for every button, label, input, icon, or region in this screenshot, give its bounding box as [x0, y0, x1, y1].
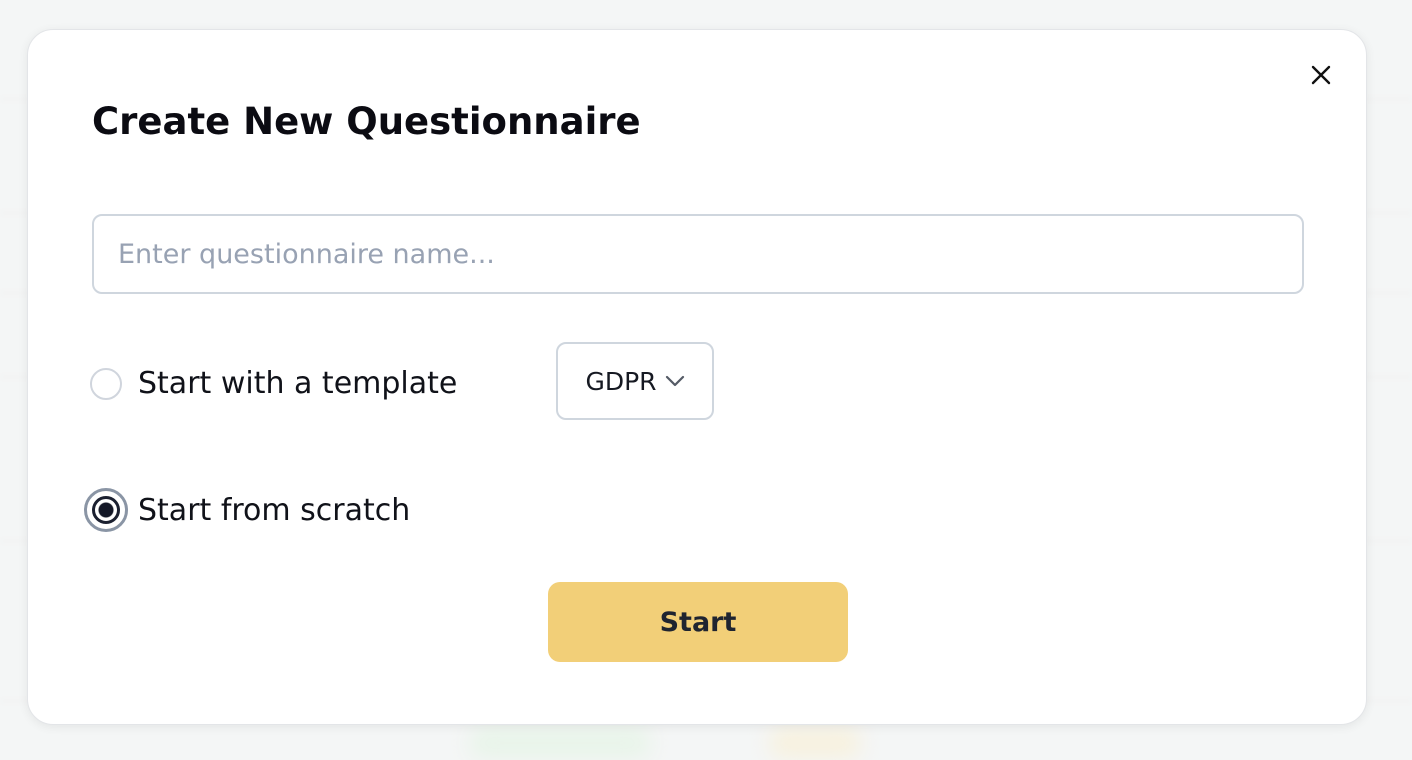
start-button[interactable]: Start	[548, 582, 848, 662]
scratch-option[interactable]: Start from scratch	[84, 488, 411, 532]
close-button[interactable]	[1308, 62, 1334, 88]
chevron-down-icon	[665, 375, 684, 387]
dialog-title: Create New Questionnaire	[92, 100, 641, 143]
template-select-value: GDPR	[585, 366, 657, 396]
close-icon	[1311, 65, 1331, 85]
template-radio[interactable]	[90, 367, 122, 400]
scratch-radio[interactable]	[84, 488, 128, 532]
questionnaire-name-input[interactable]	[92, 214, 1304, 294]
scratch-option-label: Start from scratch	[138, 492, 411, 528]
create-questionnaire-dialog: Create New Questionnaire Start with a te…	[27, 29, 1367, 725]
template-option-label: Start with a template	[138, 366, 458, 401]
template-option[interactable]: Start with a template	[90, 366, 457, 401]
template-select[interactable]: GDPR	[556, 342, 714, 420]
